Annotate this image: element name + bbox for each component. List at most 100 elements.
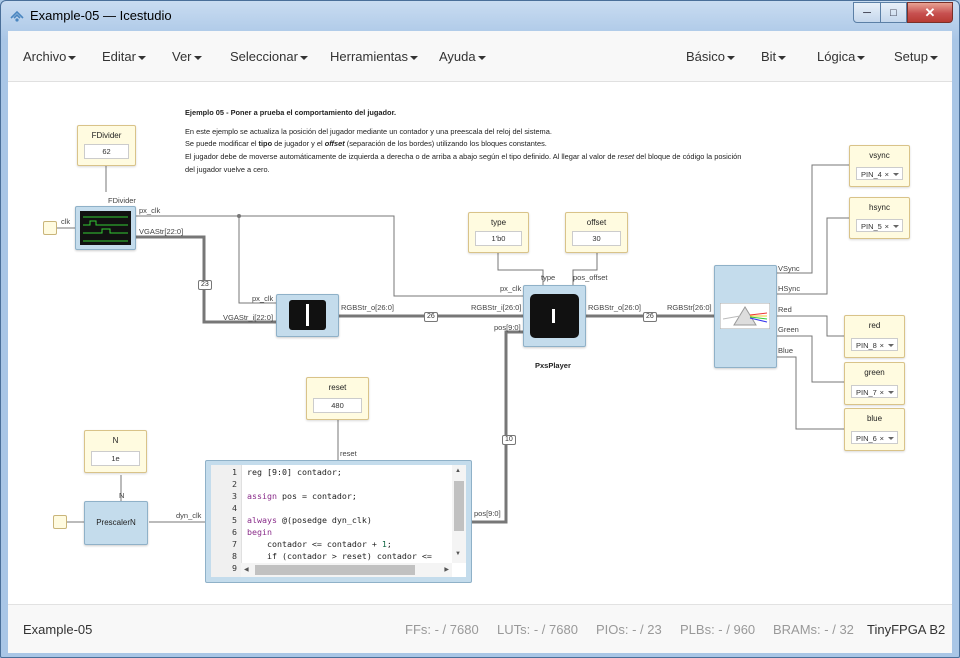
menu-ayuda[interactable]: Ayuda [439,49,486,64]
vga-block[interactable] [276,294,339,337]
menu-bit[interactable]: Bit [761,49,787,64]
menu-label: Seleccionar [230,49,298,64]
output-pin-hsync[interactable]: hsync PIN_5 × [849,197,910,239]
luts-stat: LUTs: - / 7680 [497,622,578,637]
menu-logica[interactable]: Lógica [817,49,866,64]
param-n[interactable]: N 1e [84,430,147,473]
vertical-scrollbar[interactable]: ▲ ▼ [452,465,466,563]
bus-width-badge: 23 [198,280,212,290]
code-line: if (contador > reset) contador <= [247,551,432,561]
code-line: assign pos = contador; [247,491,357,501]
prism-icon [720,303,770,329]
output-pin-green[interactable]: green PIN_7 × [844,362,905,405]
bus-width-badge: 10 [502,435,516,445]
comment-text: del bloque de código la posición [634,152,742,162]
line-number: 5 [232,515,237,525]
board-name[interactable]: TinyFPGA B2 [867,622,945,637]
pin-value: PIN_6 [856,434,877,443]
plbs-stat: PLBs: - / 960 [680,622,756,637]
param-value-input[interactable]: 62 [84,144,129,159]
comment-text: tipo [258,139,273,149]
output-pin-red[interactable]: red PIN_8 × [844,315,905,358]
pin-select[interactable]: PIN_6 × [851,431,898,444]
menu-bar: Archivo Editar Ver Seleccionar Herramien… [8,31,952,82]
scroll-up-icon[interactable]: ▲ [455,468,461,474]
scroll-left-icon[interactable]: ◀ [244,566,249,573]
menu-archivo[interactable]: Archivo [23,49,77,64]
param-label: reset [328,383,347,392]
scrollbar-thumb[interactable] [255,565,415,575]
prescaler-block[interactable]: PrescalerN [84,501,148,545]
input-pin-clk[interactable] [43,221,57,235]
bus-width-badge: 26 [643,312,657,322]
close-button[interactable]: ✕ [907,2,953,23]
param-type[interactable]: type 1'b0 [468,212,529,253]
port-label: Blue [778,346,794,355]
port-label: RGBStr_o[26:0] [341,303,394,312]
scroll-right-icon[interactable]: ▶ [444,566,449,573]
menu-seleccionar[interactable]: Seleccionar [230,49,308,64]
clear-icon[interactable]: × [885,168,889,181]
horizontal-scrollbar[interactable]: ◀ ▶ [241,563,452,577]
app-window: Example-05 — Icestudio ─ □ ✕ Archivo Edi… [0,0,960,658]
param-value-input[interactable]: 1'b0 [475,231,522,246]
pin-select[interactable]: PIN_8 × [851,338,898,351]
caret-down-icon [299,55,308,60]
port-label: Green [778,325,799,334]
code-editor[interactable]: 1 2 3 4 5 6 7 8 9 10 reg [9:0] contador;… [211,465,466,577]
output-pin-blue[interactable]: blue PIN_6 × [844,408,905,451]
scrollbar-thumb[interactable] [454,481,464,531]
pin-select[interactable]: PIN_7 × [851,385,898,398]
input-pin-prescaler[interactable] [53,515,67,529]
pxsplayer-block[interactable] [523,285,586,347]
design-canvas[interactable]: Ejemplo 05 - Poner a prueba el comportam… [8,82,952,604]
menu-editar[interactable]: Editar [102,49,146,64]
comment-heading: Ejemplo 05 - Poner a prueba el comportam… [185,108,397,117]
port-label: px_clk [500,284,522,293]
param-reset[interactable]: reset 480 [306,377,369,420]
output-pin-vsync[interactable]: vsync PIN_4 × [849,145,910,187]
project-name: Example-05 [23,622,93,637]
verilog-code-block[interactable]: 1 2 3 4 5 6 7 8 9 10 reg [9:0] contador;… [205,460,472,583]
minimize-button[interactable]: ─ [853,2,881,23]
maximize-button[interactable]: □ [881,2,907,23]
param-value-input[interactable]: 1e [91,451,140,466]
title-bar: Example-05 — Icestudio ─ □ ✕ [1,1,959,31]
port-label: VGAStr[22:0] [139,227,184,236]
status-bar: Example-05 FFs: - / 7680 LUTs: - / 7680 … [8,604,952,653]
menu-basico[interactable]: Básico [686,49,736,64]
port-label: RGBStr_i[26:0] [471,303,522,312]
comment-text: Se puede modificar el [185,139,259,149]
rgb-output-block[interactable] [714,265,777,368]
port-label: type [541,273,556,282]
pin-select[interactable]: PIN_5 × [856,219,903,232]
clear-icon[interactable]: × [880,386,884,399]
param-offset[interactable]: offset 30 [565,212,628,253]
caret-down-icon [477,55,486,60]
menu-ver[interactable]: Ver [172,49,202,64]
menu-setup[interactable]: Setup [894,49,938,64]
clear-icon[interactable]: × [880,432,884,445]
scroll-down-icon[interactable]: ▼ [455,551,461,557]
clear-icon[interactable]: × [885,220,889,233]
param-fdivider[interactable]: FDivider 62 [77,125,136,166]
pin-value: PIN_8 [856,341,877,350]
caret-down-icon [68,55,77,60]
caret-down-icon [727,55,736,60]
dropdown-arrow-icon [893,225,899,228]
minimize-icon: ─ [863,6,871,19]
clear-icon[interactable]: × [880,339,884,352]
menu-herramientas[interactable]: Herramientas [330,49,419,64]
param-label: N [112,436,119,445]
pxsplayer-label: PxsPlayer [535,361,571,370]
dropdown-arrow-icon [888,437,894,440]
menu-label: Setup [894,49,928,64]
fdivider-block[interactable] [75,206,136,250]
pin-select[interactable]: PIN_4 × [856,167,903,180]
param-value-input[interactable]: 30 [572,231,621,246]
port-label: reset [340,449,357,458]
param-value-input[interactable]: 480 [313,398,362,413]
bus-width-badge: 26 [424,312,438,322]
caret-down-icon [137,55,146,60]
code-line: begin [247,527,272,537]
